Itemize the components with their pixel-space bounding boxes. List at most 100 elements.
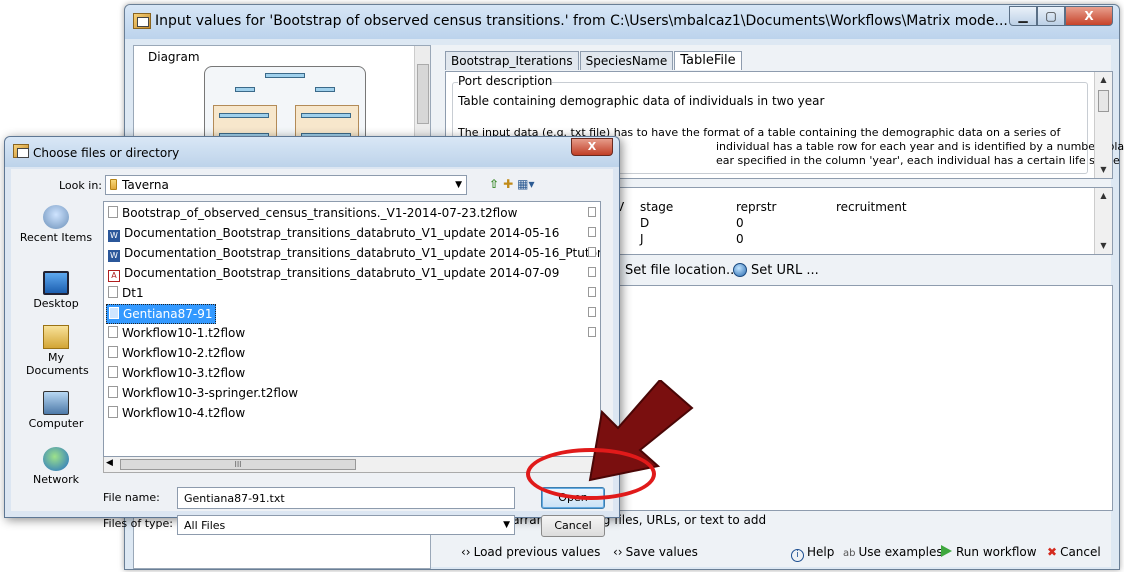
computer-icon bbox=[43, 391, 69, 415]
use-examples-label: Use examples bbox=[858, 545, 943, 559]
file-icon bbox=[588, 307, 596, 317]
file-list[interactable]: Bootstrap_of_observed_census_transitions… bbox=[103, 201, 601, 457]
file-list-item[interactable]: Bootstrap_of_observed_census_transitions… bbox=[106, 204, 519, 224]
file-list-col2-item[interactable]: V bbox=[588, 206, 600, 219]
set-url-button[interactable]: Set URL ... bbox=[751, 263, 819, 278]
main-title-bar[interactable]: Input values for 'Bootstrap of observed … bbox=[125, 5, 1119, 39]
folder-icon bbox=[110, 179, 117, 190]
help-button[interactable]: i Help bbox=[791, 545, 834, 562]
file-list-item[interactable]: Workflow10-2.t2flow bbox=[106, 344, 247, 364]
dialog-close-button[interactable]: X bbox=[571, 138, 613, 156]
hscroll-thumb[interactable]: III bbox=[120, 459, 356, 470]
maximize-button[interactable]: ▢ bbox=[1037, 6, 1065, 26]
places-bar: Recent Items Desktop My Documents Comput… bbox=[13, 201, 99, 501]
diagram-scrollbar[interactable] bbox=[414, 46, 430, 136]
scroll-up-icon[interactable]: ▲ bbox=[1095, 72, 1112, 88]
load-previous-label: Load previous values bbox=[473, 545, 601, 559]
scroll-up-icon[interactable]: ▲ bbox=[1095, 188, 1112, 204]
save-values-button[interactable]: ‹› Save values bbox=[613, 545, 698, 559]
file-list-col2-item[interactable]: V bbox=[588, 306, 600, 319]
file-type-select[interactable]: All Files ▼ bbox=[177, 515, 515, 535]
cancel-label: Cancel bbox=[1060, 545, 1101, 559]
look-in-label: Look in: bbox=[59, 179, 102, 192]
dialog-title-bar[interactable]: Choose files or directory X bbox=[5, 137, 619, 167]
set-file-location-button[interactable]: Set file location... bbox=[625, 263, 738, 278]
place-desktop[interactable]: Desktop bbox=[13, 271, 99, 310]
cancel-x-icon: ✖ bbox=[1047, 545, 1058, 559]
port-description-line: ear specified in the column 'year', each… bbox=[716, 154, 1124, 167]
file-list-col2-item[interactable]: V bbox=[588, 266, 600, 279]
file-list-item[interactable]: Workflow10-4.t2flow bbox=[106, 404, 247, 424]
recent-items-icon bbox=[43, 205, 69, 229]
use-examples-button[interactable]: ab Use examples bbox=[843, 545, 943, 559]
file-list-item[interactable]: Workflow10-3.t2flow bbox=[106, 364, 247, 384]
close-button[interactable]: X bbox=[1065, 6, 1113, 26]
cancel-button[interactable]: ✖ Cancel bbox=[1047, 545, 1101, 559]
tab-bootstrap-iterations[interactable]: Bootstrap_Iterations bbox=[445, 51, 579, 70]
taverna-app-icon bbox=[13, 144, 29, 158]
globe-icon bbox=[733, 263, 747, 277]
file-type-label: Files of type: bbox=[103, 517, 174, 530]
arrows-icon: ‹› bbox=[613, 545, 623, 559]
dialog-cancel-button[interactable]: Cancel bbox=[541, 515, 605, 537]
file-list-item[interactable]: W Documentation_Bootstrap_transitions_dat… bbox=[106, 244, 600, 264]
arrows-icon: ‹› bbox=[461, 545, 471, 559]
file-icon bbox=[588, 287, 596, 297]
tab-table-file[interactable]: TableFile bbox=[674, 51, 742, 70]
file-icon bbox=[588, 247, 596, 257]
file-name-label: File name: bbox=[103, 491, 160, 504]
place-label: Desktop bbox=[33, 297, 79, 310]
place-my-documents[interactable]: My Documents bbox=[13, 325, 99, 377]
chevron-down-icon: ▼ bbox=[455, 180, 462, 190]
file-list-item[interactable]: W Documentation_Bootstrap_transitions_dat… bbox=[106, 224, 561, 244]
file-list-item-selected[interactable]: Gentiana87-91 bbox=[106, 304, 216, 324]
file-list-col2-item[interactable]: V bbox=[588, 286, 600, 299]
load-previous-values-button[interactable]: ‹› Load previous values bbox=[461, 545, 600, 559]
file-list-col2-item[interactable]: V bbox=[588, 326, 600, 339]
file-name-input[interactable] bbox=[177, 487, 515, 509]
diagram-scroll-thumb[interactable] bbox=[417, 64, 429, 124]
file-list-item[interactable]: A Documentation_Bootstrap_transitions_dat… bbox=[106, 264, 561, 284]
file-icon bbox=[588, 227, 596, 237]
bottom-action-bar: ‹› Load previous values ‹› Save values i He… bbox=[445, 535, 1113, 569]
dialog-body: Look in: Taverna ▼ ⇧ ✚ ▦▾ Recent Items D… bbox=[11, 169, 613, 537]
file-icon bbox=[108, 366, 118, 378]
tab-species-name[interactable]: SpeciesName bbox=[579, 51, 674, 70]
data-preview-cell: 0 bbox=[736, 232, 744, 246]
info-icon: i bbox=[791, 549, 804, 562]
maximize-icon: ▢ bbox=[1045, 9, 1057, 23]
new-folder-icon[interactable]: ✚ bbox=[503, 177, 513, 191]
network-icon bbox=[43, 447, 69, 471]
scroll-down-icon[interactable]: ▼ bbox=[1095, 162, 1112, 178]
place-network[interactable]: Network bbox=[13, 447, 99, 486]
file-icon bbox=[108, 206, 118, 218]
file-icon bbox=[108, 406, 118, 418]
word-doc-icon: W bbox=[108, 230, 120, 242]
place-recent-items[interactable]: Recent Items bbox=[13, 205, 99, 244]
look-in-select[interactable]: Taverna ▼ bbox=[105, 175, 467, 195]
place-computer[interactable]: Computer bbox=[13, 391, 99, 430]
port-description-line: Table containing demographic data of ind… bbox=[458, 94, 825, 108]
data-preview-cell: D bbox=[640, 216, 650, 230]
run-workflow-button[interactable]: Run workflow bbox=[941, 545, 1037, 559]
scroll-down-icon[interactable]: ▼ bbox=[1095, 238, 1112, 254]
save-values-label: Save values bbox=[625, 545, 698, 559]
port-description-scrollbar[interactable]: ▲ ▼ bbox=[1094, 72, 1112, 178]
file-list-col2-item[interactable]: V bbox=[588, 226, 600, 239]
scroll-left-icon[interactable]: ◀ bbox=[106, 458, 113, 468]
play-icon bbox=[941, 545, 952, 557]
scroll-thumb[interactable] bbox=[1098, 90, 1109, 112]
file-list-col2-item[interactable]: V bbox=[588, 246, 600, 259]
close-icon: X bbox=[1084, 9, 1094, 23]
file-list-item[interactable]: Dt1 bbox=[106, 284, 146, 304]
data-preview-cell: J bbox=[640, 232, 644, 246]
up-folder-icon[interactable]: ⇧ bbox=[489, 177, 499, 191]
file-list-item[interactable]: Workflow10-1.t2flow bbox=[106, 324, 247, 344]
file-list-item[interactable]: Workflow10-3-springer.t2flow bbox=[106, 384, 300, 404]
view-menu-icon[interactable]: ▦▾ bbox=[517, 177, 534, 191]
minimize-button[interactable]: ▁ bbox=[1009, 6, 1037, 26]
file-type-value: All Files bbox=[184, 519, 226, 532]
close-icon: X bbox=[587, 140, 597, 153]
data-preview-scrollbar[interactable]: ▲ ▼ bbox=[1094, 188, 1112, 254]
file-icon bbox=[588, 327, 596, 337]
